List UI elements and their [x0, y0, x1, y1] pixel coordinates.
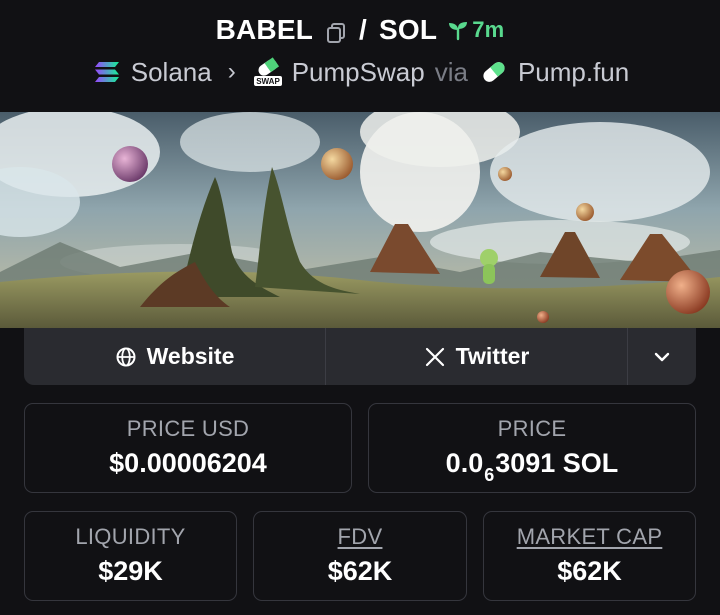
- via-label: via: [434, 56, 468, 87]
- pair-header: BABEL / SOL 7m Solana › SWAP PumpSwap vi…: [0, 0, 720, 112]
- chain-name: Solana: [130, 56, 212, 87]
- pair-age-value: 7m: [472, 17, 505, 42]
- liquidity-card: LIQUIDITY $29K: [24, 511, 237, 601]
- price-native-card: PRICE 0.063091 SOL: [368, 403, 696, 493]
- liquidity-label: LIQUIDITY: [75, 524, 186, 549]
- dex-name: PumpSwap: [291, 56, 425, 87]
- copy-icon[interactable]: [325, 19, 347, 43]
- chevron-right-icon: ›: [227, 58, 236, 85]
- more-links-button[interactable]: [628, 328, 696, 385]
- social-links-bar: Website Twitter: [24, 328, 696, 385]
- fdv-card: FDV $62K: [253, 511, 467, 601]
- liquidity-value: $29K: [98, 556, 163, 586]
- website-button[interactable]: Website: [24, 328, 326, 385]
- website-label: Website: [146, 343, 235, 369]
- pair-title: BABEL / SOL 7m: [0, 10, 720, 50]
- chain-link[interactable]: Solana: [91, 56, 212, 88]
- twitter-label: Twitter: [455, 343, 530, 369]
- twitter-button[interactable]: Twitter: [326, 328, 628, 385]
- globe-icon: [116, 347, 136, 366]
- pill-icon: [483, 62, 505, 82]
- price-native-zero-count: 6: [484, 465, 495, 485]
- fdv-value: $62K: [327, 556, 393, 586]
- market-cap-card: MARKET CAP $62K: [483, 511, 696, 601]
- seedling-icon: [449, 22, 468, 41]
- price-native-prefix: 0.0: [445, 448, 484, 478]
- price-native-value: 0.063091 SOL: [369, 448, 695, 486]
- price-native-suffix: 3091 SOL: [495, 448, 619, 478]
- x-logo-icon: [425, 347, 444, 366]
- token-banner-image: [0, 112, 720, 328]
- base-token-symbol: BABEL: [215, 14, 314, 45]
- price-usd-label: PRICE USD: [126, 416, 250, 441]
- quote-token-symbol: SOL: [379, 14, 438, 45]
- launchpad-name: Pump.fun: [517, 56, 630, 87]
- fdv-label[interactable]: FDV: [254, 524, 466, 550]
- price-usd-value: $0.00006204: [109, 448, 267, 478]
- pumpswap-icon: SWAP: [253, 57, 282, 86]
- pair-age: 7m: [447, 17, 504, 43]
- price-usd-card: PRICE USD $0.00006204: [24, 403, 352, 493]
- pair-separator: /: [359, 14, 368, 45]
- chevron-down-icon: [654, 352, 670, 361]
- dex-badge-text: SWAP: [256, 77, 280, 86]
- dex-link[interactable]: SWAP PumpSwap: [252, 56, 425, 88]
- launchpad-link[interactable]: Pump.fun: [478, 56, 629, 88]
- market-cap-value: $62K: [557, 556, 622, 586]
- pair-route: Solana › SWAP PumpSwap via Pump.fun: [0, 54, 720, 90]
- price-native-label: PRICE: [497, 416, 567, 441]
- market-cap-label[interactable]: MARKET CAP: [484, 524, 695, 550]
- solana-icon: [94, 62, 119, 82]
